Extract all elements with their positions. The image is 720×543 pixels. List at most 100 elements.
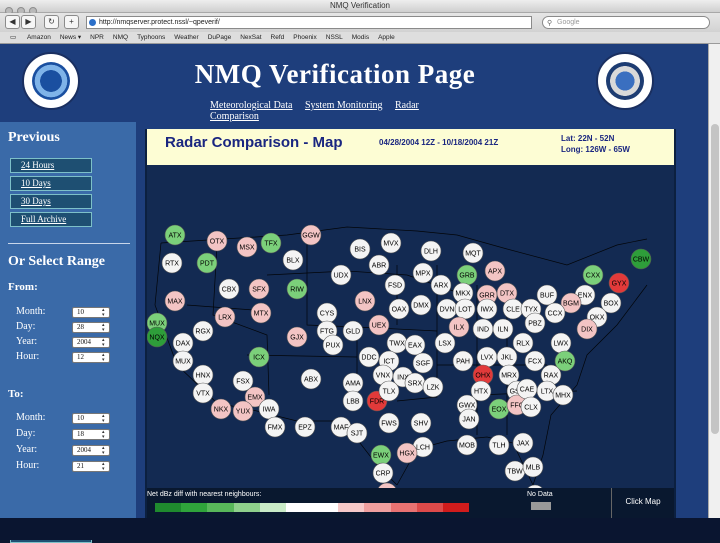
station-rtx[interactable]: RTX [161, 252, 183, 274]
station-cys[interactable]: CYS [316, 302, 338, 324]
station-abr[interactable]: ABR [368, 254, 390, 276]
click-map-button[interactable]: Click Map [611, 488, 674, 518]
bookmark-item[interactable]: Refd [271, 32, 285, 44]
station-bis[interactable]: BIS [349, 238, 371, 260]
station-cbw[interactable]: CBW [630, 248, 652, 270]
station-hgx[interactable]: HGX [396, 442, 418, 464]
station-buf[interactable]: BUF [536, 284, 558, 306]
station-clx[interactable]: CLX [520, 396, 542, 418]
station-grb[interactable]: GRB [456, 264, 478, 286]
station-jax[interactable]: JAX [512, 432, 534, 454]
range-24-hours-button[interactable]: 24 Hours [10, 158, 92, 173]
station-shv[interactable]: SHV [410, 412, 432, 434]
link-meteorological-data[interactable]: Meteorological Data [210, 100, 292, 111]
station-srx[interactable]: SRX [404, 372, 426, 394]
station-jkl[interactable]: JKL [496, 346, 518, 368]
back-icon[interactable]: ◀ [5, 15, 20, 29]
station-twx[interactable]: TWX [386, 332, 408, 354]
station-mob[interactable]: MOB [456, 434, 478, 456]
bookmark-item[interactable]: Amazon [27, 32, 51, 44]
station-dvn[interactable]: DVN [436, 298, 458, 320]
station-tfx[interactable]: TFX [260, 232, 282, 254]
station-atx[interactable]: ATX [164, 224, 186, 246]
station-sgf[interactable]: SGF [412, 352, 434, 374]
station-cxx[interactable]: CXX [582, 264, 604, 286]
range-full-archive-button[interactable]: Full Archive [10, 212, 92, 227]
station-uex[interactable]: UEX [368, 314, 390, 336]
station-fmx[interactable]: FMX [264, 416, 286, 438]
bookmark-item[interactable]: NMQ [113, 32, 128, 44]
bookmark-item[interactable]: News ▾ [60, 32, 81, 44]
from-day-stepper[interactable]: 28 [72, 322, 110, 333]
station-lbb[interactable]: LBB [342, 390, 364, 412]
station-hnx[interactable]: HNX [192, 364, 214, 386]
range-30-days-button[interactable]: 30 Days [10, 194, 92, 209]
url-field[interactable]: http://nmqserver.protect.nssl/~qpeverif/ [86, 16, 532, 29]
station-pdt[interactable]: PDT [196, 252, 218, 274]
station-udx[interactable]: UDX [330, 264, 352, 286]
station-gyx[interactable]: GYX [608, 272, 630, 294]
station-max[interactable]: MAX [164, 290, 186, 312]
station-eax[interactable]: EAX [404, 334, 426, 356]
from-hour-stepper[interactable]: 12 [72, 352, 110, 363]
station-ddc[interactable]: DDC [358, 346, 380, 368]
station-fcx[interactable]: FCX [524, 350, 546, 372]
station-eox[interactable]: EOX [488, 398, 510, 420]
bookmark-item[interactable]: Apple [378, 32, 395, 44]
station-jan[interactable]: JAN [458, 408, 480, 430]
station-rlx[interactable]: RLX [512, 332, 534, 354]
station-nqx[interactable]: NQX [147, 326, 168, 348]
to-year-stepper[interactable]: 2004 [72, 445, 110, 456]
station-pux[interactable]: PUX [322, 334, 344, 356]
station-oax[interactable]: OAX [388, 298, 410, 320]
station-dix[interactable]: DIX [576, 318, 598, 340]
search-field[interactable]: ⚲ Google [542, 16, 710, 29]
bookmark-item[interactable]: NSSL [326, 32, 343, 44]
to-hour-stepper[interactable]: 21 [72, 461, 110, 472]
to-month-stepper[interactable]: 10 [72, 413, 110, 424]
station-mux[interactable]: MUX [172, 350, 194, 372]
station-mtx[interactable]: MTX [250, 302, 272, 324]
station-ccx[interactable]: CCX [544, 302, 566, 324]
station-abx[interactable]: ABX [300, 368, 322, 390]
station-lwx[interactable]: LWX [550, 332, 572, 354]
station-otx[interactable]: OTX [206, 230, 228, 252]
reload-icon[interactable]: ↻ [44, 15, 59, 29]
station-fsd[interactable]: FSD [384, 274, 406, 296]
station-mlb[interactable]: MLB [522, 456, 544, 478]
station-icx[interactable]: ICX [248, 346, 270, 368]
station-sjt[interactable]: SJT [346, 422, 368, 444]
station-mvx[interactable]: MVX [380, 232, 402, 254]
forward-icon[interactable]: ▶ [21, 15, 36, 29]
station-vtx[interactable]: VTX [192, 382, 214, 404]
station-yux[interactable]: YUX [232, 400, 254, 422]
link-system-monitoring[interactable]: System Monitoring [305, 100, 383, 111]
station-crp[interactable]: CRP [372, 462, 394, 484]
bookmark-item[interactable]: Weather [174, 32, 198, 44]
station-gld[interactable]: GLD [342, 320, 364, 342]
bookmark-item[interactable]: DuPage [208, 32, 232, 44]
station-tlh[interactable]: TLH [488, 434, 510, 456]
bookmark-item[interactable]: Modis [352, 32, 369, 44]
station-lot[interactable]: LOT [454, 298, 476, 320]
station-iwx[interactable]: IWX [476, 298, 498, 320]
station-mhx[interactable]: MHX [552, 384, 574, 406]
station-lvx[interactable]: LVX [476, 346, 498, 368]
station-arx[interactable]: ARX [430, 274, 452, 296]
station-cle[interactable]: CLE [502, 298, 524, 320]
bookmark-item[interactable]: Typhoons [137, 32, 165, 44]
station-ilx[interactable]: ILX [448, 316, 470, 338]
station-cbx[interactable]: CBX [218, 278, 240, 300]
radar-map[interactable]: ATX OTX MSX TFX GGW RTX PDT BLX BIS MVX DLH MQT CBW A… [147, 165, 674, 488]
station-fws[interactable]: FWS [378, 412, 400, 434]
station-mpx[interactable]: MPX [412, 262, 434, 284]
station-ind[interactable]: IND [472, 318, 494, 340]
station-nkx[interactable]: NKX [210, 398, 232, 420]
bookmark-item[interactable]: Phoenix [293, 32, 317, 44]
vertical-scrollbar[interactable] [708, 44, 720, 518]
station-lnx[interactable]: LNX [354, 290, 376, 312]
scrollbar-thumb[interactable] [711, 124, 719, 434]
station-ewx[interactable]: EWX [370, 444, 392, 466]
station-apx[interactable]: APX [484, 260, 506, 282]
range-10-days-button[interactable]: 10 Days [10, 176, 92, 191]
